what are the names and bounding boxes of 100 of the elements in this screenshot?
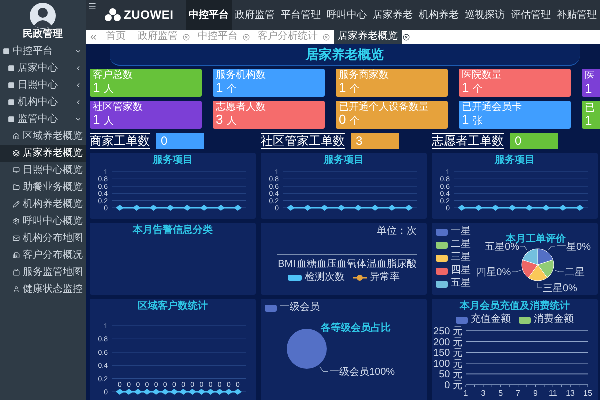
diamond-marker: [166, 205, 175, 211]
diamond-marker: [388, 205, 396, 211]
legend-label: 四星: [451, 266, 471, 276]
stat-unit: 人: [104, 85, 114, 95]
chevron-down-icon: [75, 48, 82, 55]
y-tick-label: 50 元: [439, 370, 463, 381]
x-axis-label: 血压: [317, 259, 337, 270]
nav-item[interactable]: 居家养老: [370, 0, 416, 30]
square-icon: [8, 65, 15, 72]
nav-item[interactable]: 平台管理: [278, 0, 324, 30]
scroll-left-icon[interactable]: [89, 32, 98, 42]
panel-title: 服务项目: [153, 156, 193, 166]
stat-value: 1: [585, 82, 592, 94]
user-name: 民政管理: [23, 30, 63, 40]
stat-label: 服务商家数: [339, 71, 390, 81]
nav-item[interactable]: 巡视探访: [462, 0, 508, 30]
x-tick-label: 9: [534, 389, 538, 398]
y-tick-label: 0 元: [444, 380, 463, 392]
sidebar-item[interactable]: 区域养老概览: [0, 128, 86, 145]
square-icon: [8, 116, 15, 123]
diamond-marker: [576, 205, 584, 211]
sidebar-item[interactable]: 居家中心: [0, 60, 86, 77]
x-tick-label: 5: [498, 389, 504, 398]
sidebar-item[interactable]: 日照中心概览: [0, 162, 86, 179]
legend-label: 充值金额: [471, 315, 511, 325]
leader-line: [554, 270, 564, 272]
sidebar-item[interactable]: 监管中心: [0, 111, 86, 128]
diamond-marker: [150, 205, 158, 211]
nav-item[interactable]: 机构养老: [416, 0, 462, 30]
chevron-down-icon: [75, 116, 82, 123]
diamond-marker: [132, 205, 141, 211]
sidebar-item[interactable]: 机构养老概览: [0, 196, 86, 213]
chevron-left-icon: [75, 99, 82, 106]
diamond-marker: [200, 205, 208, 211]
leader-line: [520, 246, 528, 251]
nav-item[interactable]: 评估管理: [508, 0, 554, 30]
panel-title: 服务项目: [495, 156, 535, 166]
stat-unit: 个: [227, 85, 238, 95]
sidebar-item[interactable]: 中控平台: [0, 43, 86, 60]
y-tick-label: 100 元: [434, 358, 463, 370]
menu-icon[interactable]: [88, 2, 97, 11]
diamond-marker: [542, 205, 550, 211]
legend-label: 一级会员: [280, 303, 320, 313]
stat-label: 志愿者人数: [216, 103, 267, 113]
nav-item[interactable]: 呼叫中心: [324, 0, 370, 30]
sidebar-item[interactable]: 健康状态监控: [0, 281, 86, 298]
stat-label: 已开通会员卡: [462, 103, 523, 113]
legend-label: 五星: [451, 279, 471, 289]
diamond-marker: [371, 205, 380, 211]
nav-item[interactable]: 政府监管: [232, 0, 278, 30]
sidebar-item[interactable]: 居家养老概览: [0, 145, 86, 162]
stat-unit: 人: [227, 117, 238, 127]
x-axis-label: 血脂: [377, 259, 397, 270]
stat-label: 已: [585, 104, 596, 114]
legend-label: 二星: [451, 240, 471, 250]
diamond-marker: [525, 205, 534, 211]
sidebar-item[interactable]: 服务监管地图: [0, 264, 86, 281]
legend-label: 异常率: [370, 273, 400, 283]
diamond-marker: [320, 205, 329, 211]
leader-line: [538, 282, 542, 288]
x-axis-label: 血氧: [337, 259, 357, 270]
sidebar-item[interactable]: 日照中心: [0, 77, 86, 94]
x-axis-label: BMI: [278, 259, 296, 270]
chevron-left-icon: [75, 65, 82, 72]
sidebar-item[interactable]: 客户分布概况: [0, 247, 86, 264]
stat-value: 1: [462, 81, 470, 94]
nav-item[interactable]: 中控平台: [186, 0, 232, 30]
work-order-count: 0: [156, 133, 204, 149]
sidebar-item[interactable]: 助餐业务概览: [0, 179, 86, 196]
y-tick-label: 250 元: [434, 326, 463, 338]
close-icon[interactable]: [403, 34, 410, 40]
diamond-marker: [304, 205, 312, 211]
stat-value: 3: [216, 113, 224, 126]
leader-line: [512, 270, 522, 272]
nav-item[interactable]: 补贴管理: [554, 0, 600, 30]
sidebar-item[interactable]: 机构中心: [0, 94, 86, 111]
x-tick-label: 7: [516, 389, 520, 398]
stat-unit: 张: [473, 117, 484, 127]
stat-unit: 个: [350, 85, 360, 95]
leader-line: [320, 366, 329, 372]
stat-value: 1: [339, 81, 346, 94]
work-order-count: 3: [351, 133, 399, 149]
legend-label: 三星: [451, 253, 471, 263]
page-tab[interactable]: 居家养老概览: [334, 30, 402, 44]
stat-unit: 个: [350, 117, 360, 127]
stat-value: 1: [585, 114, 592, 126]
sidebar-item[interactable]: 机构分布地图: [0, 230, 86, 247]
diamond-marker: [405, 205, 413, 211]
x-tick-label: 1: [464, 389, 468, 398]
logo-icon: [105, 8, 121, 22]
slice-label: 四星0%: [476, 268, 512, 279]
y-tick-label: 150 元: [434, 348, 463, 360]
stat-label: 客户总数: [93, 71, 134, 81]
sidebar-item[interactable]: 呼叫中心概览: [0, 213, 86, 230]
stat-label: 服务机构数: [216, 71, 267, 81]
work-order-label: 志愿者工单数: [432, 133, 504, 149]
avatar-icon: [30, 3, 56, 29]
stat-unit: 个: [473, 85, 484, 95]
legend-label: 一星: [451, 227, 471, 237]
slice-label: 一级会员100%: [329, 367, 396, 378]
